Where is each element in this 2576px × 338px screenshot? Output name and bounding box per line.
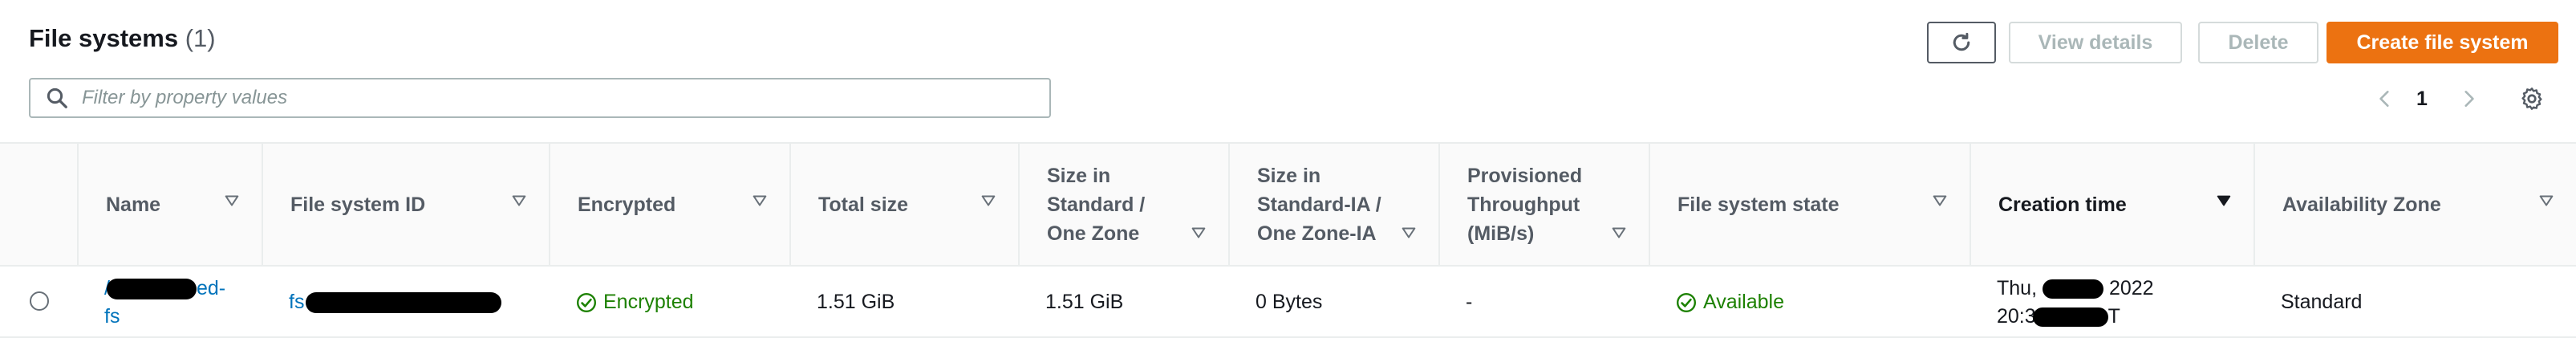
file-system-name-link[interactable]: /ed- fs [104,275,225,331]
column-label: Size in Standard-IA / One Zone-IA [1257,164,1381,245]
column-label: Availability Zone [2282,193,2441,216]
next-page-button[interactable] [2458,80,2482,117]
state-status: Available [1676,288,1784,316]
sort-icon [1402,227,1416,238]
cell-provisioned-throughput: - [1466,291,1473,313]
column-label: Encrypted [578,193,676,216]
creation-line1-a: Thu, [1997,276,2038,299]
check-circle-icon [576,292,597,312]
filter-input[interactable] [80,81,1049,115]
table-header: Name File system ID Encrypted Total size… [0,142,2576,267]
cell-name: /ed- fs [77,267,262,338]
creation-time-text: Thu, 2022 20:3 T [1997,275,2154,331]
sort-icon [1191,227,1206,238]
column-header-size-standard[interactable]: Size in Standard / One Zone [1018,144,1228,265]
column-label: File system ID [290,193,426,216]
sort-icon [981,195,996,206]
column-label: Creation time [1998,193,2127,216]
gear-icon [2521,88,2542,110]
column-label: Provisioned Throughput (MiB/s) [1467,164,1583,245]
sort-icon [2539,195,2554,206]
refresh-icon [1953,32,1970,51]
state-text: Available [1703,291,1785,313]
page-title-count: (1) [185,24,216,52]
redacted-mask [2032,307,2108,327]
column-label: Name [106,193,161,216]
column-header-name[interactable]: Name [77,144,262,265]
cell-size-ia: 0 Bytes [1256,291,1323,313]
chevron-right-icon [2464,91,2474,107]
preferences-button[interactable] [2519,80,2551,117]
column-header-file-system-id[interactable]: File system ID [262,144,549,265]
cell-encrypted: Encrypted [549,267,789,338]
delete-button[interactable]: Delete [2198,22,2318,63]
previous-page-button[interactable] [2375,80,2399,117]
file-systems-panel: File systems (1) View details Delete Cre… [0,0,2576,338]
name-mid: ed- [196,276,226,299]
sort-icon [225,195,239,206]
creation-line1-b: 2022 [2108,276,2154,299]
creation-line2-a: 20:3 [1997,304,2036,328]
redacted-mask [306,292,502,314]
refresh-button[interactable] [1927,22,1996,63]
sort-icon [1612,227,1626,238]
column-header-file-system-state[interactable]: File system state [1649,144,1970,265]
check-circle-icon [1676,292,1697,312]
name-suffix: fs [104,304,120,328]
sort-descending-icon [2217,195,2231,206]
search-icon [47,88,67,108]
cell-size-standard: 1.51 GiB [1045,291,1124,313]
sort-icon [753,195,767,206]
row-select-radio[interactable] [30,291,49,311]
column-header-availability-zone[interactable]: Availability Zone [2253,144,2576,265]
cell-file-system-state: Available [1649,267,1970,338]
file-system-id-prefix: fs [289,291,305,313]
column-header-provisioned-throughput[interactable]: Provisioned Throughput (MiB/s) [1438,144,1649,265]
page-title-text: File systems [29,24,179,52]
cell-total-size: 1.51 GiB [817,291,895,313]
column-header-total-size[interactable]: Total size [789,144,1018,265]
table-row: /ed- fs fs Encrypted 1.51 GiB 1.51 GiB 0… [0,267,2576,338]
column-header-creation-time[interactable]: Creation time [1970,144,2253,265]
column-header-encrypted[interactable]: Encrypted [549,144,789,265]
sort-icon [1933,195,1947,206]
creation-line2-b: T [2107,304,2120,328]
column-label: Total size [818,193,909,216]
sort-icon [512,195,526,206]
column-header-size-ia[interactable]: Size in Standard-IA / One Zone-IA [1228,144,1438,265]
create-file-system-button[interactable]: Create file system [2327,22,2558,63]
encrypted-text: Encrypted [603,291,694,313]
cell-file-system-id: fs [262,267,549,338]
chevron-left-icon [2379,91,2389,107]
page-number[interactable]: 1 [2416,80,2428,117]
column-label: File system state [1677,193,1840,216]
file-system-id-link[interactable]: fs [289,288,502,316]
redacted-mask [2042,279,2103,299]
cell-creation-time: Thu, 2022 20:3 T [1970,267,2253,338]
encrypted-status: Encrypted [576,288,694,316]
redacted-mask [106,278,197,299]
cell-availability-zone: Standard [2281,291,2363,313]
page-title: File systems (1) [29,24,216,53]
column-label: Size in Standard / One Zone [1047,164,1146,245]
filter-search-box [29,78,1051,118]
view-details-button[interactable]: View details [2009,22,2182,63]
